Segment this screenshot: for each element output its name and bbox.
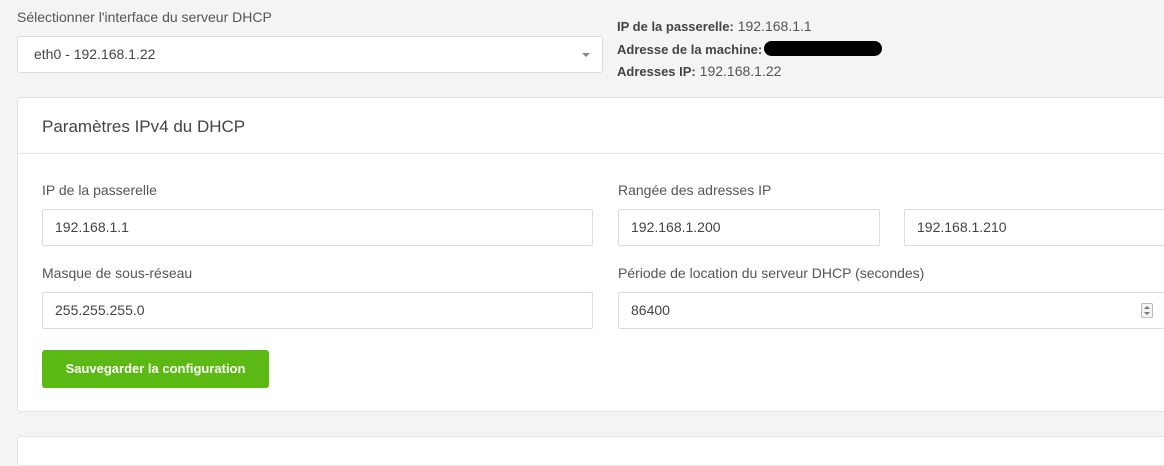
info-ip-value: 192.168.1.22 — [699, 63, 782, 79]
info-ip: Adresses IP: 192.168.1.22 — [617, 62, 882, 85]
gateway-input[interactable]: 192.168.1.1 — [42, 209, 593, 246]
lease-time-value: 86400 — [631, 302, 670, 318]
ip-range-end-input[interactable]: 192.168.1.210 — [904, 209, 1164, 246]
redacted-mark — [764, 40, 883, 56]
gateway-input-value: 192.168.1.1 — [55, 219, 129, 235]
gateway-label: IP de la passerelle — [42, 182, 157, 198]
ip-range-end-value: 192.168.1.210 — [917, 219, 1007, 235]
spinner-up-icon[interactable] — [1144, 306, 1150, 309]
next-panel — [17, 436, 1164, 466]
network-info: IP de la passerelle: 192.168.1.1 Adresse… — [617, 17, 883, 85]
subnet-mask-value: 255.255.255.0 — [55, 302, 145, 318]
lease-time-label: Période de location du serveur DHCP (sec… — [618, 265, 925, 281]
info-gateway: IP de la passerelle: 192.168.1.1 — [617, 17, 882, 40]
chevron-down-icon — [582, 53, 590, 57]
save-configuration-button[interactable]: Sauvegarder la configuration — [42, 350, 269, 388]
ip-range-start-input[interactable]: 192.168.1.200 — [618, 209, 880, 246]
ip-range-start-value: 192.168.1.200 — [631, 219, 721, 235]
dhcp-ipv4-panel: Paramètres IPv4 du DHCP IP de la passere… — [17, 97, 1164, 412]
ip-range-label: Rangée des adresses IP — [618, 182, 772, 198]
interface-select[interactable]: eth0 - 192.168.1.22 — [17, 36, 603, 73]
spinner-down-icon[interactable] — [1144, 312, 1150, 315]
number-spinner-icon[interactable] — [1141, 303, 1153, 318]
subnet-mask-label: Masque de sous-réseau — [42, 265, 193, 281]
lease-time-input[interactable]: 86400 — [618, 292, 1164, 329]
info-gateway-value: 192.168.1.1 — [737, 18, 812, 34]
interface-label: Sélectionner l'interface du serveur DHCP — [17, 9, 272, 25]
info-gateway-label: IP de la passerelle: — [617, 19, 734, 34]
info-ip-label: Adresses IP: — [617, 64, 696, 79]
info-machine-label: Adresse de la machine: — [617, 41, 763, 57]
info-machine: Adresse de la machine: — [617, 40, 883, 63]
subnet-mask-input[interactable]: 255.255.255.0 — [42, 292, 593, 329]
panel-title: Paramètres IPv4 du DHCP — [18, 98, 1164, 154]
interface-select-value: eth0 - 192.168.1.22 — [34, 46, 156, 62]
